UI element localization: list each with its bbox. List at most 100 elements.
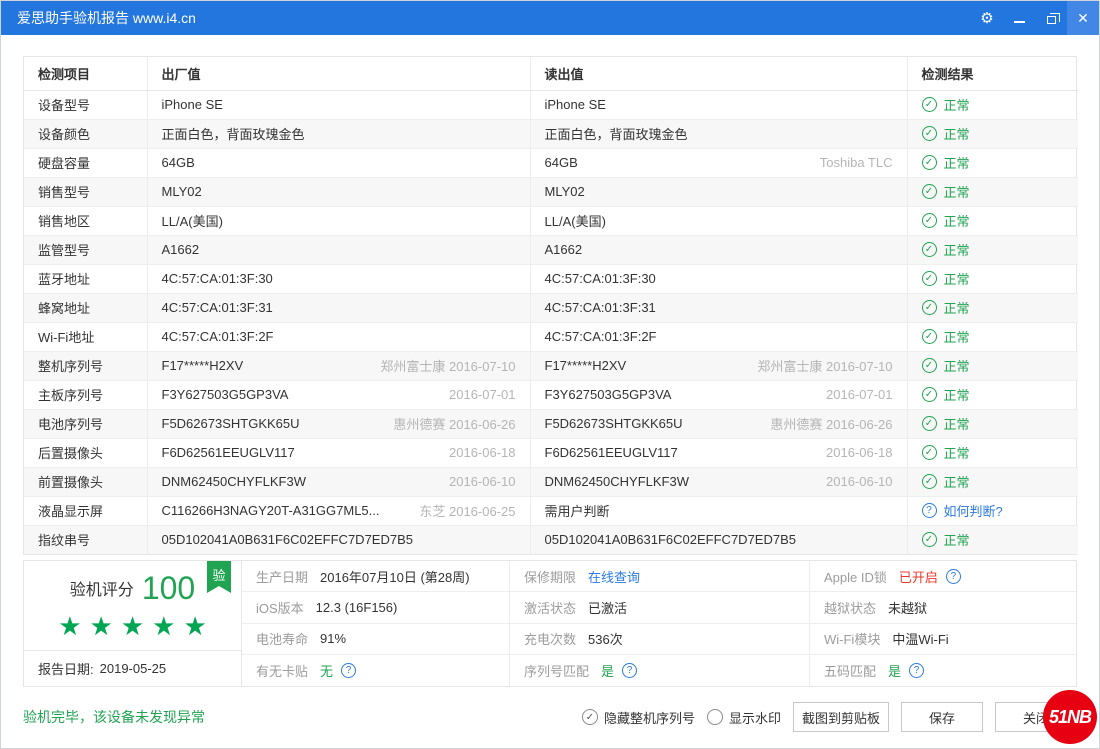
- radio-hide-serial-label: 隐藏整机序列号: [603, 710, 695, 726]
- read-value: 需用户判断: [544, 504, 610, 519]
- read-cell: F5D62673SHTGKK65U 惠州德赛 2016-06-26: [530, 409, 908, 439]
- summary-cell: 生产日期 2016年07月10日 (第28周): [242, 561, 510, 593]
- minimize-button[interactable]: [1003, 1, 1035, 35]
- summary-value: 已激活: [588, 600, 628, 616]
- report-date-value: 2019-05-25: [99, 661, 167, 676]
- check-circle-icon: ✓: [921, 155, 937, 170]
- factory-value: DNM62450CHYFLKF3W: [161, 474, 307, 489]
- read-note: 惠州德赛 2016-06-26: [770, 417, 893, 432]
- factory-value: F6D62561EEUGLV117: [161, 445, 295, 460]
- close-icon: ✕: [1077, 10, 1089, 26]
- factory-cell: F3Y627503G5GP3VA 2016-07-01: [147, 380, 531, 410]
- factory-note: 郑州富士康 2016-07-10: [380, 359, 516, 374]
- read-value: 正面白色，背面玫瑰金色: [544, 127, 688, 142]
- summary-label: 有无卡贴: [256, 663, 309, 679]
- summary-cell: 五码匹配是?: [810, 655, 1076, 686]
- star-icon: ★: [120, 610, 153, 641]
- settings-button[interactable]: ⚙: [971, 1, 1003, 35]
- check-circle-icon: ✓: [921, 242, 937, 257]
- question-circle-icon[interactable]: ?: [921, 503, 937, 518]
- item-cell: 整机序列号: [24, 351, 148, 381]
- result-cell: ✓ 正常: [907, 438, 1078, 468]
- read-cell: iPhone SE: [530, 90, 908, 120]
- star-icon: ★: [58, 610, 90, 641]
- item-label: 蓝牙地址: [38, 272, 91, 287]
- window-controls: ⚙ ✕: [971, 1, 1099, 35]
- read-value: F3Y627503G5GP3VA: [544, 387, 672, 402]
- item-cell: 设备颜色: [24, 119, 148, 149]
- summary-value: 未越狱: [888, 600, 928, 616]
- read-cell: F17*****H2XV 郑州富士康 2016-07-10: [530, 351, 908, 381]
- help-icon[interactable]: ?: [909, 662, 925, 678]
- read-cell: MLY02: [530, 177, 908, 207]
- help-icon[interactable]: ?: [622, 662, 638, 678]
- table-row: 设备颜色 正面白色，背面玫瑰金色 正面白色，背面玫瑰金色 ✓ 正常: [24, 119, 1078, 149]
- result-status: 正常: [943, 388, 970, 403]
- item-cell: 销售型号: [24, 177, 148, 207]
- summary-value: 是: [888, 663, 902, 679]
- result-status: 正常: [943, 475, 970, 490]
- factory-value: 4C:57:CA:01:3F:2F: [161, 329, 274, 344]
- item-label: 前置摄像头: [38, 475, 104, 490]
- item-cell: 液晶显示屏: [24, 496, 148, 526]
- online-query-link[interactable]: 在线查询: [588, 567, 640, 586]
- factory-cell: 05D102041A0B631F6C02EFFC7D7ED7B5: [147, 525, 531, 554]
- read-note: 2016-06-10: [826, 474, 893, 489]
- result-cell: ✓ 正常: [907, 119, 1078, 149]
- read-value: MLY02: [544, 184, 585, 199]
- summary-value: 2016年07月10日 (第28周): [320, 569, 470, 585]
- result-status: 正常: [943, 417, 970, 432]
- result-status: 正常: [943, 272, 970, 287]
- titlebar: 爱思助手验机报告 www.i4.cn ⚙ ✕: [1, 1, 1099, 35]
- item-cell: Wi-Fi地址: [24, 322, 148, 352]
- read-cell: 4C:57:CA:01:3F:30: [530, 264, 908, 294]
- factory-value: 4C:57:CA:01:3F:30: [161, 271, 273, 286]
- table-row: 蜂窝地址 4C:57:CA:01:3F:31 4C:57:CA:01:3F:31 ✓ 正…: [24, 293, 1078, 323]
- read-cell: F3Y627503G5GP3VA 2016-07-01: [530, 380, 908, 410]
- summary-value: 91%: [320, 631, 347, 647]
- gear-icon: ⚙: [980, 9, 994, 27]
- read-note: Toshiba TLC: [819, 155, 893, 170]
- result-cell: ✓ 正常: [907, 380, 1078, 410]
- summary-cell: 电池寿命 91%: [242, 623, 510, 655]
- how-to-judge-link[interactable]: 如何判断?: [944, 501, 1003, 520]
- item-label: 销售地区: [38, 214, 91, 229]
- result-status: 正常: [943, 214, 970, 229]
- read-cell: 4C:57:CA:01:3F:31: [530, 293, 908, 323]
- result-status: 正常: [943, 98, 970, 113]
- maximize-button[interactable]: [1035, 1, 1067, 35]
- check-circle-icon: ✓: [921, 97, 937, 112]
- item-cell: 前置摄像头: [24, 467, 148, 497]
- summary-cell: Wi-Fi模块 中温Wi-Fi: [810, 624, 1076, 655]
- factory-cell: 64GB: [147, 148, 531, 178]
- read-cell: DNM62450CHYFLKF3W 2016-06-10: [530, 467, 908, 497]
- factory-cell: MLY02: [147, 177, 531, 207]
- radio-hide-serial[interactable]: ✓ 隐藏整机序列号: [581, 708, 695, 727]
- item-label: 主板序列号: [38, 388, 104, 403]
- status-text: 验机完毕，该设备未发现异常: [23, 709, 205, 725]
- help-icon[interactable]: ?: [341, 662, 357, 678]
- check-circle-icon: ✓: [921, 474, 937, 489]
- save-button[interactable]: 保存: [901, 702, 983, 732]
- summary-cell: 有无卡贴无?: [242, 654, 510, 686]
- factory-cell: 4C:57:CA:01:3F:2F: [147, 322, 531, 352]
- table-row: 设备型号 iPhone SE iPhone SE ✓ 正常: [24, 90, 1078, 120]
- result-status: 正常: [943, 156, 970, 171]
- factory-value: 4C:57:CA:01:3F:31: [161, 300, 273, 315]
- score-panel: 验 验机评分 100 ★★★★★ 报告日期: 2019-05-25: [24, 561, 242, 686]
- star-icon: ★: [152, 610, 184, 641]
- report-table-body: 设备型号 iPhone SE iPhone SE ✓ 正常 设备颜色 正面白色，背面玫瑰金色…: [24, 90, 1078, 554]
- result-cell: ✓ 正常: [907, 264, 1078, 294]
- factory-cell: 4C:57:CA:01:3F:31: [147, 293, 531, 323]
- result-status: 正常: [943, 359, 970, 374]
- help-icon[interactable]: ?: [945, 568, 961, 584]
- close-button[interactable]: ✕: [1067, 1, 1099, 35]
- screenshot-button[interactable]: 截图到剪贴板: [793, 702, 889, 732]
- item-label: 液晶显示屏: [38, 504, 104, 519]
- radio-show-watermark[interactable]: 显示水印: [706, 708, 781, 727]
- summary-value: 已开启: [898, 569, 938, 585]
- summary-cell: 充电次数 536次: [510, 623, 810, 655]
- factory-cell: 正面白色，背面玫瑰金色: [147, 119, 531, 149]
- factory-cell: F17*****H2XV 郑州富士康 2016-07-10: [147, 351, 531, 381]
- summary-cell: 越狱状态 未越狱: [810, 592, 1076, 624]
